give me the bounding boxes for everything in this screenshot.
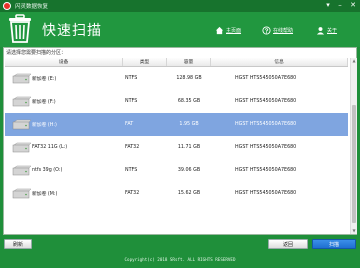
scan-button[interactable]: 扫描 xyxy=(312,239,356,249)
partition-capacity: 15.62 GB xyxy=(177,191,201,196)
partition-name: 新加卷 (E:) xyxy=(32,77,57,82)
partition-info: HGST HTS545050A7E680 xyxy=(235,168,297,173)
nav-help[interactable]: 在线帮助 xyxy=(262,24,293,36)
partition-info: HGST HTS545050A7E680 xyxy=(235,122,297,127)
partition-capacity: 11.71 GB xyxy=(177,145,201,150)
partition-list: 新加卷 (E:) NTFS 128.98 GB HGST HTS545050A7… xyxy=(5,67,348,233)
partition-capacity: 128.98 GB xyxy=(176,76,202,81)
partition-row[interactable]: ntfs 39g (O:) NTFS 39.06 GB HGST HTS5450… xyxy=(5,159,348,182)
nav-about-label: 关于 xyxy=(327,27,338,34)
nav-home-label: 主页面 xyxy=(226,27,242,34)
scrollbar-thumb[interactable] xyxy=(352,105,356,223)
partition-row-selected[interactable]: 新加卷 (H:) FAT 1.95 GB HGST HTS545050A7E68… xyxy=(5,113,348,136)
app-window: 闪灵数据恢复 ▾ – ✕ 快速扫描 主页面 在线帮助 关于 请选择您需要扫描的分… xyxy=(0,0,360,268)
page-header: 快速扫描 主页面 在线帮助 关于 xyxy=(0,12,360,47)
hard-disk-icon xyxy=(12,142,32,153)
page-title: 快速扫描 xyxy=(42,23,102,39)
partition-row[interactable]: 新加卷 (E:) NTFS 128.98 GB HGST HTS545050A7… xyxy=(5,67,348,90)
hard-disk-icon xyxy=(12,96,32,107)
refresh-button[interactable]: 刷新 xyxy=(4,239,32,249)
column-type[interactable]: 类型 xyxy=(123,58,167,66)
back-button[interactable]: 返回 xyxy=(268,239,308,249)
partition-name: 新加卷 (F:) xyxy=(32,100,56,105)
close-button[interactable]: ✕ xyxy=(348,1,358,10)
partition-capacity: 68.35 GB xyxy=(177,99,201,104)
user-icon xyxy=(316,26,325,35)
title-bar[interactable]: 闪灵数据恢复 ▾ – ✕ xyxy=(0,0,360,12)
hard-disk-icon xyxy=(12,119,32,130)
nav-about[interactable]: 关于 xyxy=(316,24,337,36)
partition-name: 新加卷 (M:) xyxy=(32,192,58,197)
select-partition-hint: 请选择您需要扫描的分区： xyxy=(6,50,67,56)
partition-type: FAT xyxy=(125,122,134,127)
hard-disk-icon xyxy=(12,165,32,176)
partition-type: NTFS xyxy=(125,168,138,173)
partition-info: HGST HTS545050A7E680 xyxy=(235,76,297,81)
partition-name: FAT32 11G (L:) xyxy=(32,145,68,150)
table-header: 设备 类型 容量 信息 xyxy=(5,58,348,67)
partition-row[interactable]: 新加卷 (F:) NTFS 68.35 GB HGST HTS545050A7E… xyxy=(5,90,348,113)
menu-dropdown-button[interactable]: ▾ xyxy=(323,1,333,10)
vertical-scrollbar[interactable]: ▲ ▼ xyxy=(350,58,357,234)
partition-type: FAT32 xyxy=(125,191,140,196)
partition-info: HGST HTS545050A7E680 xyxy=(235,191,297,196)
nav-help-label: 在线帮助 xyxy=(273,27,294,34)
minimize-button[interactable]: – xyxy=(335,1,345,10)
partition-name: ntfs 39g (O:) xyxy=(32,168,63,173)
hard-disk-icon xyxy=(12,73,32,84)
column-info[interactable]: 信息 xyxy=(211,58,348,66)
help-icon xyxy=(262,25,271,35)
partition-panel: 请选择您需要扫描的分区： 设备 类型 容量 信息 新加卷 (E:) NTFS 1… xyxy=(3,47,357,235)
partition-info: HGST HTS545050A7E680 xyxy=(235,145,297,150)
partition-info: HGST HTS545050A7E680 xyxy=(235,99,297,104)
partition-capacity: 1.95 GB xyxy=(179,122,199,127)
column-capacity[interactable]: 容量 xyxy=(167,58,211,66)
copyright-footer: Copyright(c) 2018 SRsft. ALL RIGHTS RESE… xyxy=(124,257,236,262)
window-title: 闪灵数据恢复 xyxy=(15,4,49,10)
partition-row[interactable]: 新加卷 (M:) FAT32 15.62 GB HGST HTS545050A7… xyxy=(5,182,348,205)
scroll-down-arrow-icon[interactable]: ▼ xyxy=(351,228,357,234)
home-icon xyxy=(215,26,224,34)
scroll-up-arrow-icon[interactable]: ▲ xyxy=(351,58,357,64)
nav-home[interactable]: 主页面 xyxy=(215,24,241,36)
partition-type: NTFS xyxy=(125,99,138,104)
app-logo-icon xyxy=(3,2,11,10)
hard-disk-icon xyxy=(12,188,32,199)
column-device[interactable]: 设备 xyxy=(5,58,123,66)
partition-type: FAT32 xyxy=(125,145,140,150)
partition-name: 新加卷 (H:) xyxy=(32,123,57,128)
partition-row[interactable]: FAT32 11G (L:) FAT32 11.71 GB HGST HTS54… xyxy=(5,136,348,159)
partition-capacity: 39.06 GB xyxy=(177,168,201,173)
partition-type: NTFS xyxy=(125,76,138,81)
recycle-bin-icon xyxy=(9,14,31,43)
